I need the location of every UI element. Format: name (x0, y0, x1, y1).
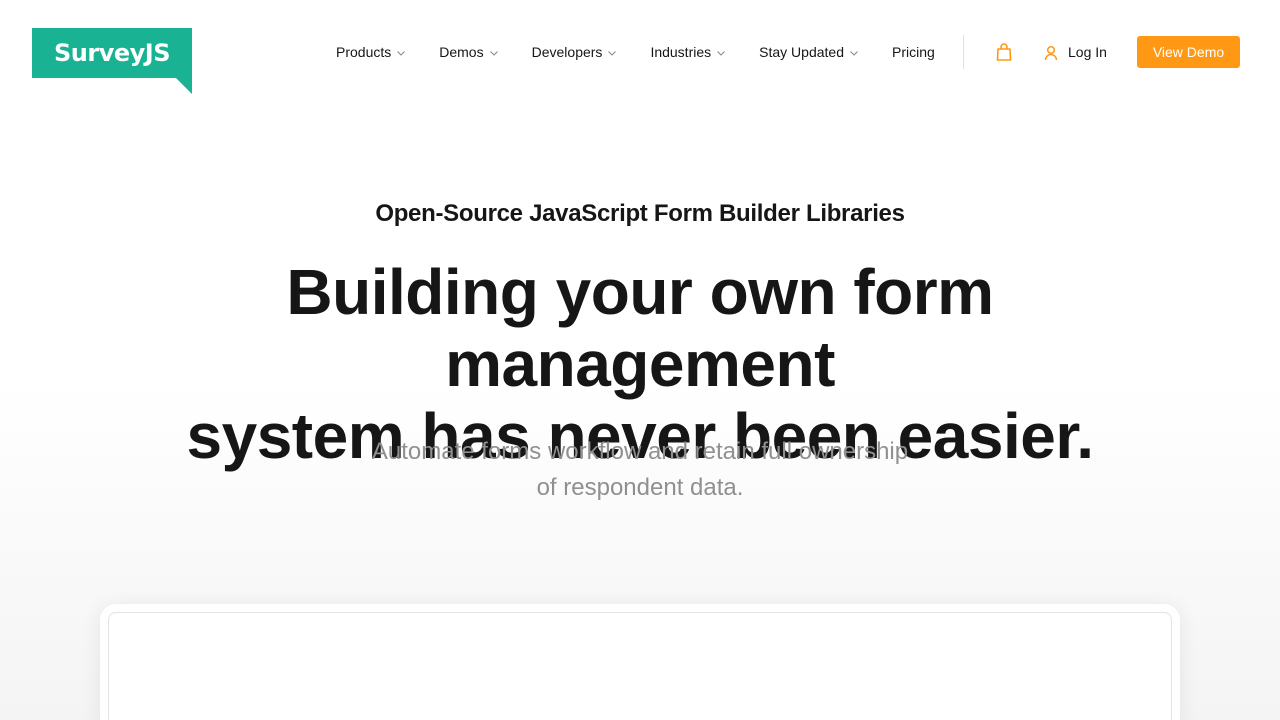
hero-subheadline-line-2: of respondent data. (536, 474, 744, 501)
nav-item-label: Developers (531, 44, 603, 60)
nav-item-industries[interactable]: Industries (650, 44, 726, 60)
nav-item-pricing[interactable]: Pricing (892, 44, 935, 60)
hero-headline-line-1: Building your own form management (286, 256, 994, 400)
hero-subheadline: Automate forms workflow and retain full … (340, 434, 940, 506)
surveyjs-logo[interactable]: SurveyJS (32, 28, 192, 94)
nav-divider (963, 35, 964, 69)
nav-item-label: Stay Updated (759, 44, 844, 60)
shopping-bag-icon[interactable] (995, 42, 1013, 62)
demo-preview-frame (100, 604, 1180, 720)
chevron-down-icon (717, 51, 726, 56)
main-nav: Products Demos Developers Industries Sta… (336, 36, 935, 68)
nav-item-label: Demos (439, 44, 484, 60)
hero-subheadline-line-1: Automate forms workflow and retain full … (371, 438, 909, 465)
nav-item-label: Industries (650, 44, 712, 60)
nav-item-products[interactable]: Products (336, 44, 406, 60)
login-label: Log In (1068, 44, 1107, 60)
login-link[interactable]: Log In (1044, 36, 1107, 68)
user-icon (1044, 45, 1058, 61)
chevron-down-icon (850, 51, 858, 56)
chevron-down-icon (489, 51, 498, 56)
logo-text: SurveyJS (54, 39, 171, 67)
nav-item-label: Pricing (891, 44, 935, 60)
nav-item-developers[interactable]: Developers (532, 44, 618, 60)
nav-item-stay-updated[interactable]: Stay Updated (759, 44, 859, 60)
chevron-down-icon (608, 51, 617, 56)
nav-item-label: Products (336, 44, 392, 60)
hero-eyebrow: Open-Source JavaScript Form Builder Libr… (375, 200, 905, 227)
chevron-down-icon (397, 51, 406, 56)
nav-item-demos[interactable]: Demos (439, 44, 498, 60)
view-demo-button[interactable]: View Demo (1137, 36, 1240, 68)
demo-preview-content (108, 612, 1172, 720)
